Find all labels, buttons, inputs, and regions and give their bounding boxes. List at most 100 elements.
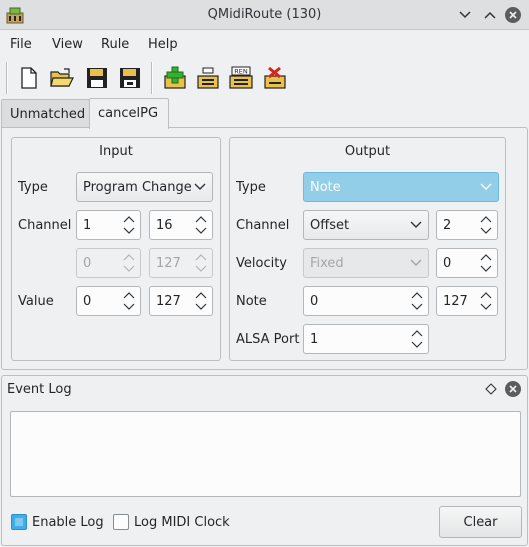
input-value-label: Value bbox=[18, 294, 54, 309]
event-log-textarea[interactable] bbox=[10, 411, 521, 497]
save-as-button[interactable] bbox=[116, 64, 144, 92]
input-value-max-value: 127 bbox=[156, 294, 181, 309]
output-alsa-port-value: 1 bbox=[310, 332, 319, 347]
output-alsa-port-label: ALSA Port bbox=[236, 332, 300, 347]
rename-rule-button[interactable]: REN bbox=[227, 64, 255, 92]
output-note-min-value: 0 bbox=[310, 294, 319, 309]
close-icon bbox=[505, 7, 521, 23]
output-channel-label: Channel bbox=[236, 218, 290, 233]
spin-arrows-icon bbox=[480, 254, 492, 272]
menu-rule[interactable]: Rule bbox=[101, 37, 129, 52]
input-channel-min-spin[interactable]: 1 bbox=[76, 210, 141, 240]
add-rule-button[interactable] bbox=[161, 64, 189, 92]
save-button[interactable] bbox=[83, 64, 111, 92]
maximize-button[interactable] bbox=[480, 5, 500, 25]
new-document-icon bbox=[21, 67, 37, 89]
input-value-min-spin[interactable]: 0 bbox=[76, 286, 141, 316]
log-midi-clock-checkbox[interactable] bbox=[113, 514, 129, 530]
chevron-up-icon bbox=[484, 11, 496, 19]
new-file-button[interactable] bbox=[15, 64, 43, 92]
input-group: Input Type Program Change Channel 1 16 0… bbox=[11, 137, 221, 361]
output-type-combo[interactable]: Note bbox=[303, 172, 499, 202]
rule-down-icon bbox=[197, 67, 219, 89]
rename-rule-icon: REN bbox=[229, 66, 253, 89]
event-log-title: Event Log bbox=[7, 382, 72, 397]
output-type-label: Type bbox=[236, 180, 266, 195]
log-midi-clock-label[interactable]: Log MIDI Clock bbox=[134, 515, 230, 530]
open-folder-icon bbox=[50, 68, 74, 87]
add-rule-icon bbox=[164, 66, 186, 89]
output-alsa-port-spin[interactable]: 1 bbox=[303, 324, 429, 354]
close-dock-button[interactable] bbox=[504, 380, 522, 398]
input-data-min-spin: 0 bbox=[76, 248, 141, 278]
chevron-down-icon bbox=[459, 11, 471, 19]
menu-view[interactable]: View bbox=[52, 37, 83, 52]
checkbox-checked-icon bbox=[15, 518, 23, 526]
input-value-max-spin[interactable]: 127 bbox=[149, 286, 213, 316]
delete-rule-icon bbox=[264, 66, 286, 89]
output-channel-mode-value: Offset bbox=[310, 218, 350, 233]
output-channel-value: 2 bbox=[443, 218, 452, 233]
save-as-icon bbox=[120, 68, 140, 88]
output-note-label: Note bbox=[236, 294, 267, 309]
rename-badge-text: REN bbox=[234, 68, 248, 76]
diamond-icon bbox=[485, 383, 497, 395]
output-velocity-mode-value: Fixed bbox=[310, 256, 344, 271]
output-velocity-label: Velocity bbox=[236, 256, 287, 271]
output-type-value: Note bbox=[310, 180, 341, 195]
spin-arrows-icon bbox=[195, 292, 207, 310]
spin-arrows-icon bbox=[123, 216, 135, 234]
open-file-button[interactable] bbox=[48, 64, 76, 92]
input-type-label: Type bbox=[18, 180, 48, 195]
output-group-title: Output bbox=[344, 144, 391, 159]
output-channel-mode-combo[interactable]: Offset bbox=[303, 210, 429, 240]
clear-button[interactable]: Clear bbox=[439, 506, 522, 538]
enable-log-checkbox[interactable] bbox=[11, 514, 27, 530]
spin-arrows-icon bbox=[195, 216, 207, 234]
input-channel-min-value: 1 bbox=[83, 218, 92, 233]
tab-panel: Input Type Program Change Channel 1 16 0… bbox=[1, 127, 528, 370]
output-group: Output Type Note Channel Offset 2 Veloci… bbox=[229, 137, 506, 361]
spin-arrows-icon bbox=[195, 254, 207, 272]
input-data-max-spin: 127 bbox=[149, 248, 213, 278]
minimize-button[interactable] bbox=[455, 5, 475, 25]
float-dock-button[interactable] bbox=[485, 383, 497, 395]
tab-cancelpg[interactable]: cancelPG bbox=[89, 98, 169, 129]
input-channel-max-spin[interactable]: 16 bbox=[149, 210, 213, 240]
chevron-down-icon bbox=[410, 221, 422, 228]
move-rule-button[interactable] bbox=[194, 64, 222, 92]
chevron-down-icon bbox=[480, 183, 492, 190]
input-group-title: Input bbox=[99, 144, 133, 159]
spin-arrows-icon bbox=[480, 292, 492, 310]
menu-file[interactable]: File bbox=[10, 37, 32, 52]
input-data-max-value: 127 bbox=[156, 256, 181, 271]
output-velocity-spin[interactable]: 0 bbox=[436, 248, 498, 278]
toolbar: REN bbox=[0, 58, 529, 98]
spin-arrows-icon bbox=[411, 292, 423, 310]
toolbar-handle[interactable] bbox=[6, 62, 8, 94]
window-title: QMidiRoute (130) bbox=[207, 7, 322, 22]
menu-help[interactable]: Help bbox=[148, 37, 178, 52]
output-note-max-value: 127 bbox=[443, 294, 468, 309]
spin-arrows-icon bbox=[123, 254, 135, 272]
toolbar-separator bbox=[151, 62, 153, 94]
delete-rule-button[interactable] bbox=[261, 64, 289, 92]
chevron-down-icon bbox=[410, 259, 422, 266]
event-log-dock: Event Log Enable Log Log MIDI Clock Clea… bbox=[1, 375, 528, 546]
rule-tabs: Unmatched cancelPG bbox=[0, 98, 529, 129]
menu-bar: File View Rule Help bbox=[0, 30, 529, 58]
tab-unmatched[interactable]: Unmatched bbox=[1, 99, 90, 128]
chevron-down-icon bbox=[194, 183, 206, 190]
output-velocity-value: 0 bbox=[443, 256, 452, 271]
input-value-min-value: 0 bbox=[83, 294, 92, 309]
spin-arrows-icon bbox=[411, 330, 423, 348]
output-note-min-spin[interactable]: 0 bbox=[303, 286, 429, 316]
spin-arrows-icon bbox=[123, 292, 135, 310]
close-button[interactable] bbox=[503, 5, 523, 25]
input-data-min-value: 0 bbox=[83, 256, 92, 271]
output-note-max-spin[interactable]: 127 bbox=[436, 286, 498, 316]
save-icon bbox=[87, 68, 107, 88]
output-channel-spin[interactable]: 2 bbox=[436, 210, 498, 240]
enable-log-label[interactable]: Enable Log bbox=[32, 515, 104, 530]
input-type-combo[interactable]: Program Change bbox=[76, 172, 213, 202]
